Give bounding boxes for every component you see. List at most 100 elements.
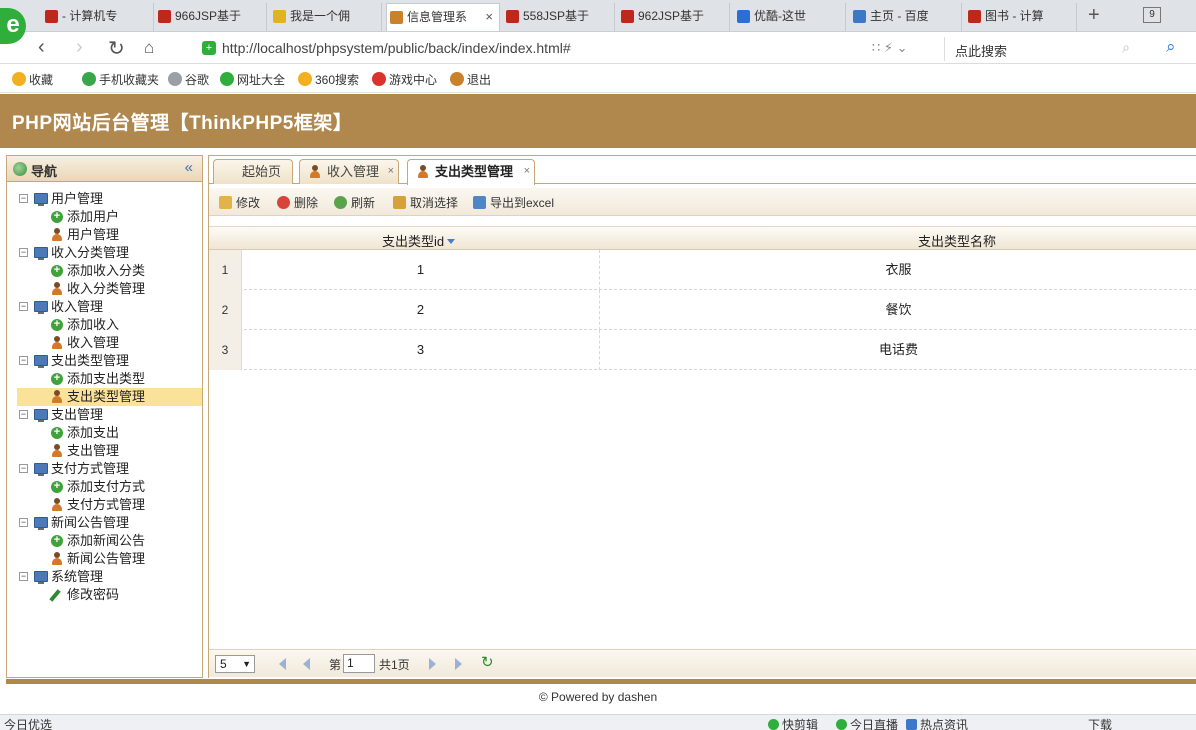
table-row[interactable]: 1 1 衣服 (209, 250, 1196, 290)
close-tab-icon[interactable]: × (388, 160, 394, 183)
nav-item[interactable]: 支出管理 (7, 442, 202, 460)
export-excel-button[interactable]: 导出到excel (473, 194, 554, 211)
collapse-tree-icon[interactable]: − (19, 194, 28, 203)
url-text: http://localhost/phpsystem/public/back/i… (222, 40, 571, 56)
favorite-item[interactable]: 退出 (450, 71, 491, 88)
content-tab[interactable]: 支出类型管理 × (407, 159, 535, 185)
table-row[interactable]: 2 2 餐饮 (209, 290, 1196, 330)
home-icon[interactable]: ⌂ (144, 38, 154, 58)
browser-tab[interactable]: 主页 - 百度 (850, 3, 962, 31)
status-item-download[interactable]: 下载 (1088, 716, 1112, 730)
first-page-icon[interactable] (279, 658, 286, 670)
browser-tab[interactable]: 优酷-这世 (734, 3, 846, 31)
favorite-item[interactable]: 360搜索 (298, 71, 359, 88)
page-size-select[interactable]: 5 ▼ (215, 655, 255, 673)
row-number: 2 (209, 290, 242, 330)
browser-tab-bar: e - 计算机专 966JSP基于 我是一个佣 信息管理系 × 558JSP基于 962JS… (0, 0, 1196, 44)
browser-tab[interactable]: 962JSP基于 (618, 3, 730, 31)
nav-group[interactable]: − 新闻公告管理 (7, 514, 202, 532)
collapse-tree-icon[interactable]: − (19, 518, 28, 527)
new-tab-button[interactable]: + (1088, 4, 1100, 27)
browser-tab[interactable]: 信息管理系 × (386, 3, 500, 31)
nav-item[interactable]: + 添加收入分类 (7, 262, 202, 280)
nav-item[interactable]: 修改密码 (7, 586, 202, 604)
refresh-button[interactable]: 刷新 (334, 194, 375, 211)
cancel-select-button[interactable]: 取消选择 (393, 194, 458, 211)
reload-icon[interactable]: ↻ (108, 36, 125, 61)
browser-tab[interactable]: 图书 - 计算 (965, 3, 1077, 31)
nav-item[interactable]: 用户管理 (7, 226, 202, 244)
nav-item[interactable]: + 添加收入 (7, 316, 202, 334)
tab-favicon-icon (273, 10, 286, 23)
nav-item[interactable]: + 添加支出类型 (7, 370, 202, 388)
url-field[interactable]: + http://localhost/phpsystem/public/back… (196, 37, 940, 61)
nav-group[interactable]: − 支出管理 (7, 406, 202, 424)
status-left-text[interactable]: 今日优选 (4, 716, 52, 730)
status-item-clip[interactable]: 快剪辑 (768, 716, 818, 730)
status-item-live[interactable]: 今日直播 (836, 716, 898, 730)
page-number-input[interactable]: 1 (343, 654, 375, 673)
search-go-icon[interactable]: ⌕ (1166, 37, 1176, 57)
nav-item[interactable]: 收入管理 (7, 334, 202, 352)
prev-page-icon[interactable] (303, 658, 310, 670)
nav-item[interactable]: + 添加用户 (7, 208, 202, 226)
table-row[interactable]: 3 3 电话费 (209, 330, 1196, 370)
delete-button[interactable]: 删除 (277, 194, 318, 211)
column-header-name[interactable]: 支出类型名称 (918, 231, 996, 250)
nav-item-label: 添加新闻公告 (67, 533, 146, 548)
close-tab-icon[interactable]: × (524, 160, 530, 183)
content-tab[interactable]: 起始页 (213, 159, 293, 184)
export-label: 导出到excel (490, 196, 555, 210)
favorite-item[interactable]: 游戏中心 (372, 71, 437, 88)
nav-item[interactable]: + 添加支出 (7, 424, 202, 442)
nav-group[interactable]: − 支付方式管理 (7, 460, 202, 478)
nav-group[interactable]: − 用户管理 (7, 190, 202, 208)
column-header-id-label: 支出类型id (382, 234, 445, 249)
nav-group-label: 支出类型管理 (51, 353, 130, 368)
browser-tab[interactable]: 558JSP基于 (503, 3, 615, 31)
close-tab-icon[interactable]: × (485, 4, 493, 30)
url-tools-icon[interactable]: ∷ ⚡ ⌄ (872, 40, 908, 56)
collapse-tree-icon[interactable]: − (19, 410, 28, 419)
nav-item[interactable]: 收入分类管理 (7, 280, 202, 298)
pencil-icon (49, 589, 61, 602)
nav-item[interactable]: 新闻公告管理 (7, 550, 202, 568)
favorite-item[interactable]: 网址大全 (220, 71, 285, 88)
tab-favicon-icon (621, 10, 634, 23)
browser-tab[interactable]: 我是一个佣 (270, 3, 382, 31)
nav-item[interactable]: + 添加支付方式 (7, 478, 202, 496)
next-page-icon[interactable] (429, 658, 436, 670)
nav-group-label: 新闻公告管理 (51, 515, 130, 530)
search-input[interactable]: 点此搜索 ⌕ (944, 37, 1140, 61)
column-header-id[interactable]: 支出类型id (382, 231, 456, 250)
last-page-icon[interactable] (455, 658, 462, 670)
collapse-tree-icon[interactable]: − (19, 356, 28, 365)
collapse-icon[interactable]: « (185, 159, 193, 176)
collapse-tree-icon[interactable]: − (19, 248, 28, 257)
nav-item[interactable]: 支付方式管理 (7, 496, 202, 514)
collapse-tree-icon[interactable]: − (19, 464, 28, 473)
browser-tab[interactable]: - 计算机专 (42, 3, 154, 31)
favorite-item[interactable]: 谷歌 (168, 71, 209, 88)
nav-group[interactable]: − 收入分类管理 (7, 244, 202, 262)
collapse-tree-icon[interactable]: − (19, 302, 28, 311)
nav-item[interactable]: 支出类型管理 (17, 388, 202, 406)
nav-group[interactable]: − 系统管理 (7, 568, 202, 586)
favorites-bar: 收藏 手机收藏夹 谷歌 网址大全 360搜索 游戏中心 退出 (0, 65, 1196, 93)
collapse-tree-icon[interactable]: − (19, 572, 28, 581)
back-icon[interactable]: ‹ (38, 36, 45, 59)
search-icon[interactable]: ⌕ (1122, 39, 1130, 56)
edit-button[interactable]: 修改 (219, 194, 260, 211)
nav-group[interactable]: − 支出类型管理 (7, 352, 202, 370)
nav-group[interactable]: − 收入管理 (7, 298, 202, 316)
content-tab[interactable]: 收入管理 × (299, 159, 399, 184)
nav-item[interactable]: + 添加新闻公告 (7, 532, 202, 550)
favorite-item[interactable]: 手机收藏夹 (82, 71, 159, 88)
user-icon (417, 165, 429, 179)
forward-icon[interactable]: › (76, 36, 83, 59)
browser-tab[interactable]: 966JSP基于 (155, 3, 267, 31)
favorite-item[interactable]: 收藏 (12, 71, 53, 88)
status-item-news[interactable]: 热点资讯 (906, 716, 968, 730)
pager-refresh-icon[interactable]: ↻ (481, 653, 494, 671)
tab-count-badge[interactable]: 9 (1143, 7, 1161, 23)
